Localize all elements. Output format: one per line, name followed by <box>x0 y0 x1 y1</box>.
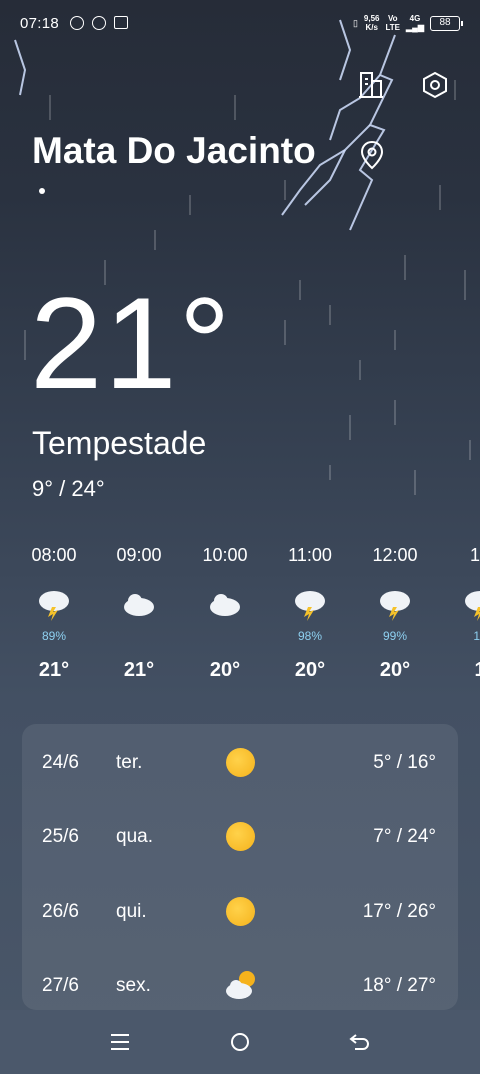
page-indicator-dot <box>39 188 45 194</box>
daily-row[interactable]: 25/6 qua. 7° / 24° <box>22 816 458 856</box>
vibrate-icon: ▯ <box>352 17 358 28</box>
hour-item: 12:00 99% 20° <box>360 545 430 695</box>
activity-icon <box>114 16 128 29</box>
hamburger-icon <box>111 1034 129 1050</box>
back-arrow-icon <box>349 1034 369 1050</box>
volte-indicator: Vo LTE <box>385 14 401 32</box>
hour-item: 09:00 21° <box>104 545 174 695</box>
thunderstorm-icon <box>445 587 480 621</box>
whatsapp-icon <box>70 16 84 30</box>
hour-item: 10:00 20° <box>190 545 260 695</box>
network-speed: 9,56 K/s <box>363 14 380 32</box>
city-list-button[interactable] <box>354 68 388 102</box>
partly-cloudy-icon <box>224 969 258 1003</box>
settings-button[interactable] <box>418 68 452 102</box>
buildings-icon <box>359 72 383 98</box>
current-range: 9° / 24° <box>32 476 105 501</box>
signal-icon: ▂▄▆ <box>406 23 424 32</box>
current-temperature: 21° <box>30 270 233 416</box>
sun-icon <box>224 746 258 780</box>
hourly-forecast[interactable]: 08:00 89% 21° 09:00 21° 10:00 20° 11:00 … <box>0 545 480 695</box>
app-notification-icon <box>92 16 106 30</box>
sun-icon <box>224 895 258 929</box>
settings-hexagon-icon <box>423 71 447 99</box>
current-condition: Tempestade <box>32 425 207 461</box>
home-button[interactable] <box>220 1022 260 1062</box>
cloud-icon <box>104 587 174 621</box>
daily-row[interactable]: 24/6 ter. 5° / 16° <box>22 742 458 782</box>
daily-row[interactable]: 27/6 sex. 18° / 27° <box>22 965 458 1005</box>
daily-forecast-card[interactable]: 24/6 ter. 5° / 16° 25/6 qua. 7° / 24° 26… <box>22 724 458 1010</box>
hour-item: 11:00 98% 20° <box>275 545 345 695</box>
status-time: 07:18 <box>20 15 60 32</box>
menu-button[interactable] <box>100 1022 140 1062</box>
battery-icon: 88 <box>430 15 463 31</box>
thunderstorm-icon <box>275 587 345 621</box>
circle-home-icon <box>231 1033 249 1051</box>
location-pin-icon[interactable] <box>360 140 384 175</box>
hour-item: 08:00 89% 21° <box>19 545 89 695</box>
city-name[interactable]: Mata Do Jacinto <box>32 130 316 172</box>
thunderstorm-icon <box>360 587 430 621</box>
cloud-icon <box>190 587 260 621</box>
hour-item: 13 10 1 <box>445 545 480 695</box>
back-button[interactable] <box>340 1022 380 1062</box>
sun-icon <box>224 820 258 854</box>
signal-indicator: 4G ▂▄▆ <box>406 14 424 32</box>
status-bar: 07:18 ▯ 9,56 K/s Vo LTE 4G ▂▄▆ 88 <box>0 0 480 46</box>
daily-row[interactable]: 26/6 qui. 17° / 26° <box>22 891 458 931</box>
thunderstorm-icon <box>19 587 89 621</box>
